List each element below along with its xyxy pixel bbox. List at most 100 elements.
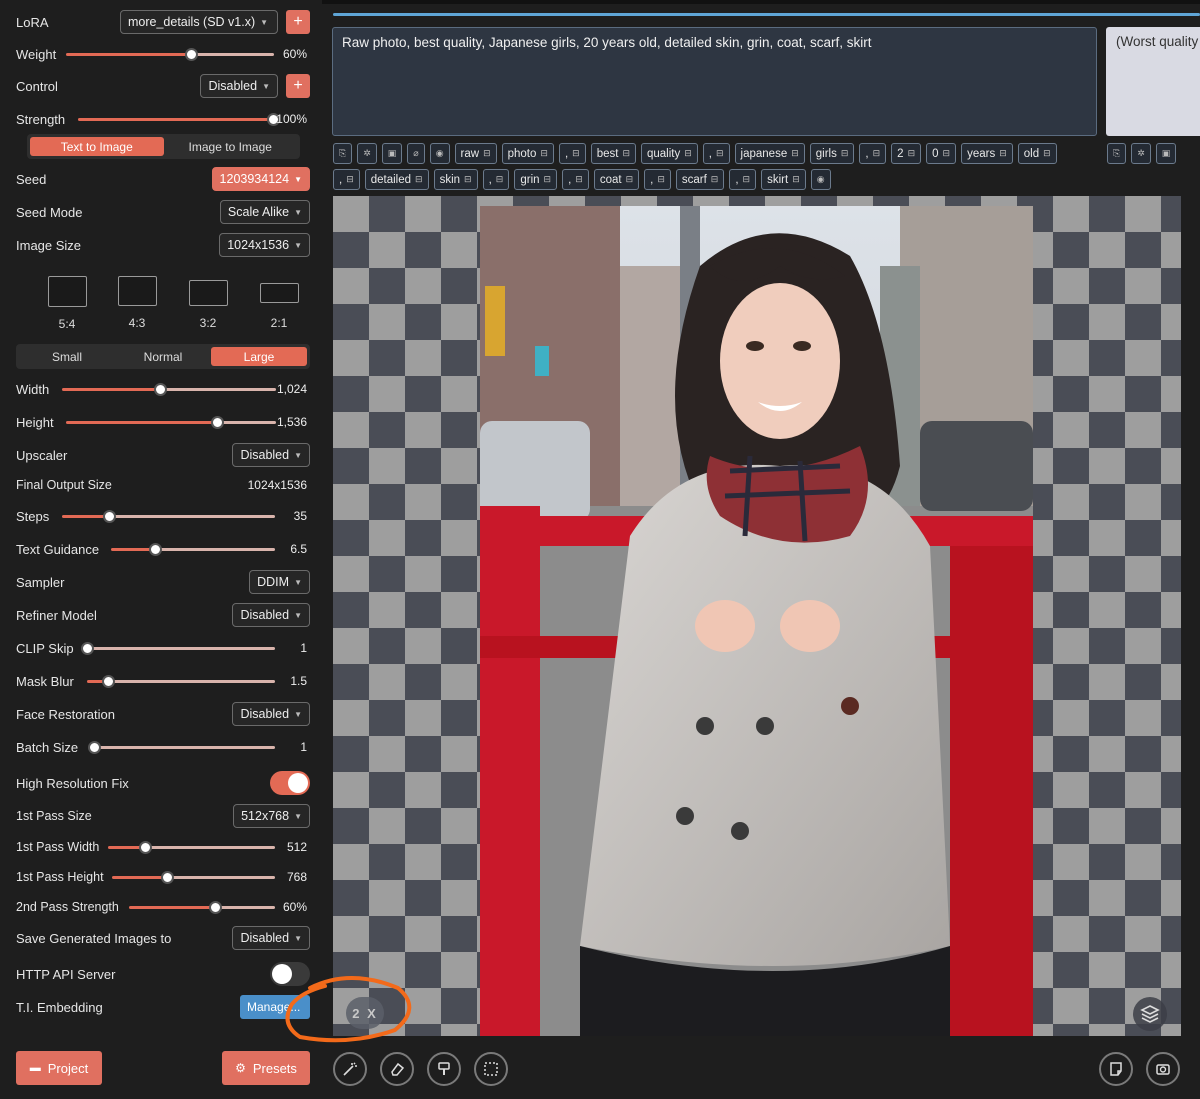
first-pass-width-slider-thumb[interactable] (138, 841, 152, 854)
control-select[interactable]: Disabled ▼ (200, 74, 278, 98)
paint-brush-icon[interactable] (427, 1052, 461, 1086)
prompt-tag[interactable]: quality ⊟ (641, 143, 698, 164)
seed-mode-select[interactable]: Scale Alike ▼ (219, 200, 310, 224)
strength-slider[interactable] (78, 113, 280, 126)
prompt-tag[interactable]: girls ⊟ (809, 143, 855, 164)
text-guidance-slider[interactable] (111, 543, 275, 556)
target-icon[interactable]: ◉ (429, 143, 450, 164)
face-restoration-select[interactable]: Disabled ▼ (232, 702, 310, 726)
batch-size-slider[interactable] (88, 741, 275, 754)
weight-slider-thumb[interactable] (184, 48, 198, 61)
project-button[interactable]: ▬ Project (16, 1051, 102, 1085)
strength-label: Strength (16, 111, 66, 127)
ratio-4-3[interactable]: 4:3 (116, 276, 158, 330)
tab-image-to-image[interactable]: Image to Image (164, 137, 298, 156)
prompt-tag[interactable]: , ⊟ (333, 169, 360, 190)
prompt-tag[interactable]: , ⊟ (562, 169, 589, 190)
lora-label: LoRA (16, 14, 49, 30)
save-images-select[interactable]: Disabled ▼ (232, 926, 310, 950)
second-pass-strength-slider[interactable] (129, 901, 275, 914)
tab-text-to-image[interactable]: Text to Image (30, 137, 164, 156)
tag-text: , (735, 173, 739, 186)
prompt-tag[interactable]: scarf ⊟ (675, 169, 725, 190)
height-slider-thumb[interactable] (211, 416, 225, 429)
steps-slider-thumb[interactable] (102, 510, 116, 523)
hires-fix-toggle[interactable] (270, 771, 310, 795)
prompt-tag[interactable]: photo ⊟ (501, 143, 554, 164)
magic-icon[interactable]: ✲ (1131, 143, 1151, 164)
height-slider[interactable] (66, 416, 276, 429)
first-pass-size-select[interactable]: 512x768 ▼ (233, 804, 310, 828)
tab-small[interactable]: Small (19, 347, 115, 366)
eraser-icon[interactable] (380, 1052, 414, 1086)
ratio-2-1[interactable]: 2:1 (258, 283, 300, 330)
prompt-tag[interactable]: raw ⊟ (454, 143, 497, 164)
note-icon[interactable] (1099, 1052, 1133, 1086)
add-control-button[interactable]: + (286, 74, 310, 98)
prompt-tag[interactable]: , ⊟ (729, 169, 757, 190)
prompt-tag[interactable]: , ⊟ (558, 143, 586, 164)
width-slider-thumb[interactable] (154, 383, 168, 396)
image-icon[interactable]: ▣ (381, 143, 403, 164)
prompt-tag[interactable]: old ⊟ (1017, 143, 1057, 164)
tab-normal[interactable]: Normal (115, 347, 211, 366)
upscaler-select[interactable]: Disabled ▼ (232, 443, 310, 467)
prompt-tag[interactable]: 0 ⊟ (926, 143, 957, 164)
clip-skip-slider-thumb[interactable] (81, 642, 94, 655)
batch-size-slider-thumb[interactable] (88, 741, 101, 754)
image-size-select[interactable]: 1024x1536 ▼ (219, 233, 310, 257)
negative-prompt-input[interactable]: (Worst quality (1106, 27, 1200, 136)
first-pass-height-slider-thumb[interactable] (161, 871, 175, 884)
ratio-3-2[interactable]: 3:2 (187, 280, 229, 330)
prompt-tag[interactable]: , ⊟ (644, 169, 671, 190)
first-pass-size-row: 1st Pass Size 512x768 ▼ (16, 803, 310, 829)
steps-slider[interactable] (62, 510, 275, 523)
positive-prompt-input[interactable]: Raw photo, best quality, Japanese girls,… (332, 27, 1097, 136)
add-lora-button[interactable]: + (286, 10, 310, 34)
lora-model-select[interactable]: more_details (SD v1.x) ▼ (120, 10, 278, 34)
first-pass-height-slider[interactable] (112, 871, 275, 884)
magic-wand-icon[interactable] (333, 1052, 367, 1086)
mask-blur-slider[interactable] (87, 675, 275, 688)
image-size-value: 1024x1536 (227, 238, 290, 252)
prompt-tag[interactable]: japanese ⊟ (734, 143, 805, 164)
prompt-tag[interactable]: detailed ⊟ (364, 169, 429, 190)
paste-icon[interactable]: ⎘ (333, 143, 353, 164)
target-icon[interactable]: ◉ (810, 169, 831, 190)
seed-row: Seed 1203934124 ▼ (16, 166, 310, 192)
select-region-icon[interactable] (474, 1052, 508, 1086)
prompt-tag[interactable]: 2 ⊟ (891, 143, 922, 164)
tag-text: detailed (370, 173, 412, 186)
prompt-tag[interactable]: , ⊟ (702, 143, 730, 164)
prompt-tag[interactable]: years ⊟ (961, 143, 1013, 164)
second-pass-strength-slider-thumb[interactable] (209, 901, 223, 914)
prompt-tag[interactable]: grin ⊟ (514, 169, 558, 190)
camera-icon[interactable] (1146, 1052, 1180, 1086)
mask-blur-slider-thumb[interactable] (101, 675, 115, 688)
layers-icon[interactable] (1133, 997, 1167, 1031)
refiner-select[interactable]: Disabled ▼ (232, 603, 310, 627)
magic-icon[interactable]: ✲ (357, 143, 377, 164)
weight-slider[interactable] (66, 48, 274, 61)
width-slider[interactable] (62, 383, 276, 396)
presets-button[interactable]: ⚙ Presets (222, 1051, 310, 1085)
clip-skip-slider[interactable] (81, 642, 275, 655)
tag-text: girls (815, 147, 837, 160)
image-icon[interactable]: ▣ (1155, 143, 1177, 164)
paste-icon[interactable]: ⎘ (1107, 143, 1127, 164)
first-pass-width-slider[interactable] (108, 841, 275, 854)
ratio-5-4[interactable]: 5:4 (46, 276, 88, 331)
prompt-tag[interactable]: skin ⊟ (433, 169, 478, 190)
prompt-tag[interactable]: skirt ⊟ (761, 169, 806, 190)
tag-text: photo (507, 147, 537, 160)
prompt-tag[interactable]: coat ⊟ (593, 169, 640, 190)
prompt-tag[interactable]: , ⊟ (859, 143, 887, 164)
seed-input[interactable]: 1203934124 ▼ (211, 167, 310, 191)
prompt-tag[interactable]: , ⊟ (482, 169, 510, 190)
steps-row: Steps 35 (16, 503, 310, 529)
sampler-select[interactable]: DDIM ▼ (249, 570, 310, 594)
text-guidance-slider-thumb[interactable] (149, 543, 163, 556)
prompt-tag[interactable]: best ⊟ (590, 143, 636, 164)
attach-icon[interactable]: ⌀ (407, 143, 425, 164)
tab-large[interactable]: Large (211, 347, 307, 366)
